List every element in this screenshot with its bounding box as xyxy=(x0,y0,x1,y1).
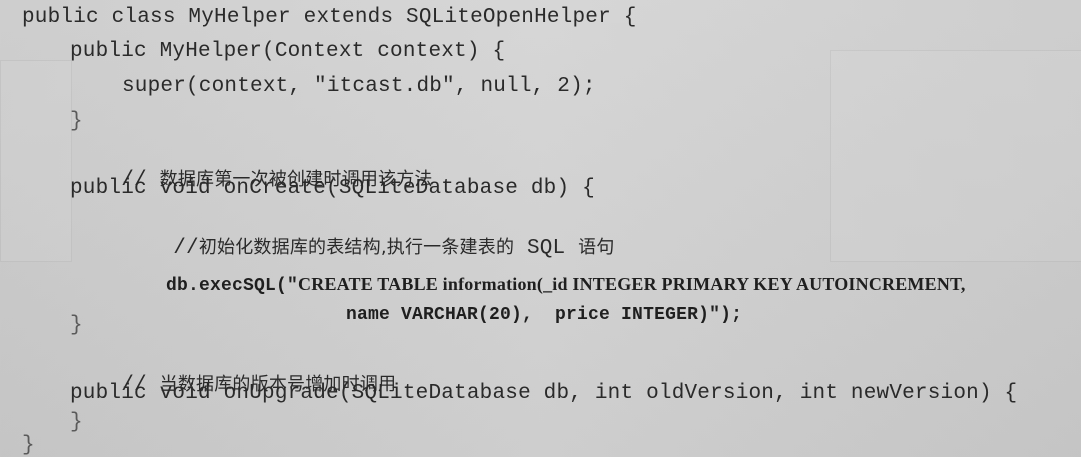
execsql-sql-part2: name VARCHAR(20), price INTEGER)"); xyxy=(346,305,743,325)
code-line-oncreate: public void onCreate(SQLiteDatabase db) … xyxy=(70,177,595,200)
code-line-class-declaration: public class MyHelper extends SQLiteOpen… xyxy=(22,6,637,29)
code-line-execsql-continuation: name VARCHAR(20), price INTEGER)"); xyxy=(302,276,742,354)
code-block: public class MyHelper extends SQLiteOpen… xyxy=(0,0,1081,457)
code-line-class-close-brace: } xyxy=(22,434,35,457)
code-line-close-brace: } xyxy=(70,110,83,133)
code-line-close-brace: } xyxy=(70,314,83,337)
code-line-super-call: super(context, "itcast.db", null, 2); xyxy=(122,75,596,98)
code-line-constructor: public MyHelper(Context context) { xyxy=(70,40,506,63)
code-line-onupgrade: public void onUpgrade(SQLiteDatabase db,… xyxy=(70,382,1018,405)
execsql-call: db.execSQL(" xyxy=(166,276,299,296)
code-line-close-brace: } xyxy=(70,411,83,434)
